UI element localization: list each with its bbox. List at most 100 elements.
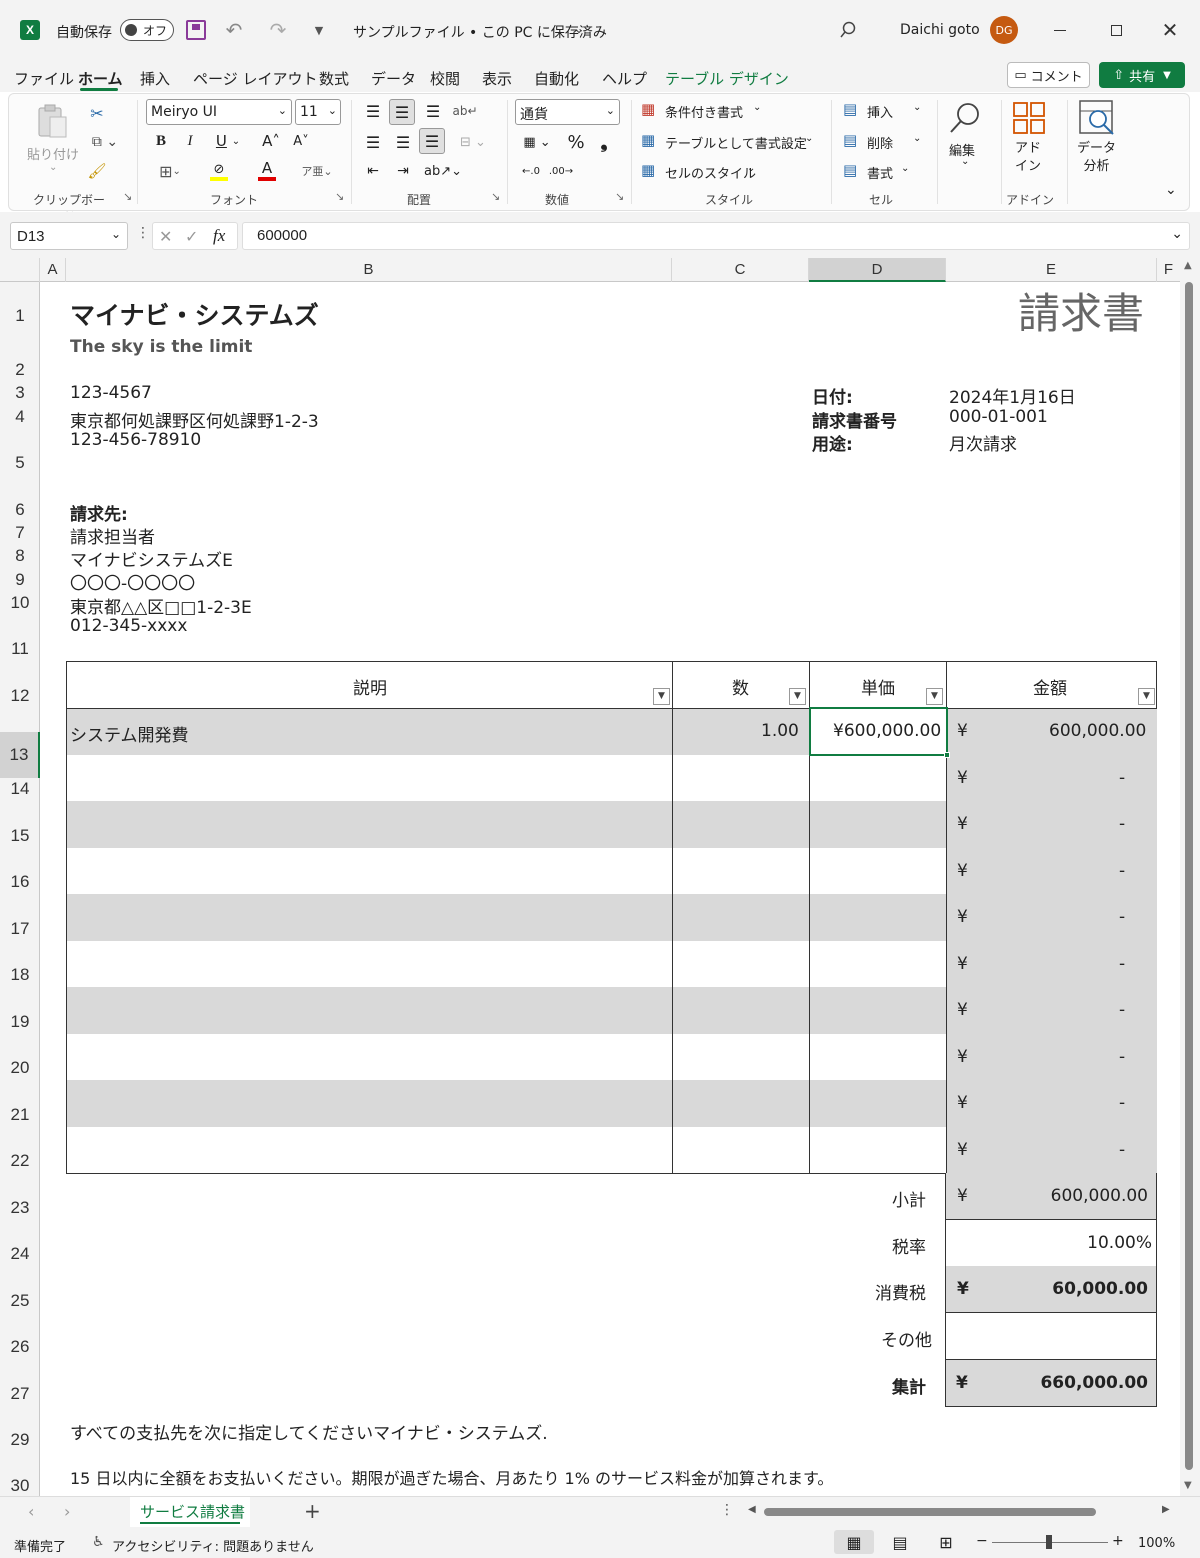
zoom-in-icon[interactable]: + (1112, 1533, 1124, 1549)
row-header[interactable]: 19 (0, 1012, 40, 1032)
empty-amount[interactable]: - (1119, 1093, 1125, 1113)
subtotal-box[interactable]: ¥ 600,000.00 (945, 1173, 1157, 1220)
column-header-b[interactable]: B (66, 258, 672, 282)
increase-decimal-icon[interactable]: ←.0 (517, 160, 545, 182)
name-box[interactable]: D13 ⌄ (10, 222, 128, 250)
tab-review[interactable]: 校閲 (430, 68, 460, 89)
scroll-down-icon[interactable]: ▼ (1184, 1480, 1192, 1491)
empty-amount[interactable]: - (1119, 814, 1125, 834)
align-bottom-icon[interactable]: ☰ (421, 99, 445, 123)
zoom-out-icon[interactable]: − (976, 1533, 988, 1549)
row-header[interactable]: 6 (0, 500, 40, 520)
wrap-text-icon[interactable]: ab↵ (452, 99, 477, 123)
empty-amount[interactable]: - (1119, 861, 1125, 881)
function-icon[interactable]: fx (213, 226, 225, 246)
accessibility-status[interactable]: アクセシビリティ: 問題ありません (112, 1536, 314, 1555)
enter-icon[interactable]: ✓ (185, 227, 198, 246)
paste-chevron-down-icon[interactable]: ⌄ (49, 162, 57, 173)
hscroll-left-icon[interactable]: ◀ (748, 1504, 756, 1515)
row-header[interactable]: 2 (0, 360, 40, 380)
empty-amount[interactable]: - (1119, 907, 1125, 927)
align-left-icon[interactable]: ☰ (361, 130, 385, 154)
editing-search-icon[interactable] (945, 98, 985, 138)
expand-chevron-down-icon[interactable]: ⌄ (1171, 226, 1183, 242)
data-analysis-label[interactable]: データ 分析 (1077, 140, 1116, 176)
row-header[interactable]: 23 (0, 1198, 40, 1218)
copy-icon[interactable]: ⧉ ⌄ (85, 131, 125, 153)
tax-box[interactable]: ¥ 60,000.00 (945, 1266, 1157, 1313)
italic-icon[interactable]: I (179, 130, 201, 152)
increase-indent-icon[interactable]: ⇥ (391, 160, 415, 182)
cancel-icon[interactable]: ✕ (159, 227, 172, 246)
tab-split-handle-icon[interactable]: ⋮ (720, 1502, 734, 1518)
merge-center-icon[interactable]: ⊟ ⌄ (453, 130, 493, 154)
tab-automate[interactable]: 自動化 (534, 68, 579, 89)
row-header[interactable]: 12 (0, 686, 40, 706)
tab-scroll-left-icon[interactable]: ‹ (28, 1502, 34, 1521)
row-header[interactable]: 3 (0, 383, 40, 403)
select-all-corner[interactable] (0, 258, 40, 282)
vertical-scrollbar[interactable]: ▲ ▼ (1180, 258, 1200, 1496)
row-header[interactable]: 5 (0, 453, 40, 473)
tab-insert[interactable]: 挿入 (140, 68, 170, 89)
row-header[interactable]: 1 (0, 306, 40, 326)
decrease-decimal-icon[interactable]: .00→ (547, 160, 575, 182)
undo-icon[interactable]: ↶ (218, 16, 250, 44)
file-title[interactable]: サンプルファイル • この PC に保存済み (353, 22, 607, 42)
active-cell[interactable]: ¥600,000.00 (809, 707, 950, 758)
worksheet[interactable]: A B C D E F 1 2 3 4 5 6 7 8 9 10 11 12 1… (0, 258, 1200, 1496)
sheet-tab-active[interactable]: サービス請求書 (130, 1497, 250, 1527)
percent-icon[interactable]: % (564, 130, 588, 154)
search-icon[interactable] (836, 18, 860, 42)
zoom-level[interactable]: 100% (1138, 1536, 1175, 1551)
tab-file[interactable]: ファイル (14, 68, 74, 89)
accessibility-icon[interactable]: ♿ (92, 1534, 105, 1550)
paste-label[interactable]: 貼り付け (27, 144, 79, 163)
column-header-e[interactable]: E (946, 258, 1157, 282)
close-icon[interactable]: ✕ (1150, 15, 1190, 45)
filter-dropdown-icon[interactable]: ▼ (926, 688, 943, 705)
hscroll-right-icon[interactable]: ▶ (1162, 1504, 1170, 1515)
cut-icon[interactable]: ✂ (85, 102, 109, 124)
column-header-a[interactable]: A (40, 258, 66, 282)
font-name-select[interactable]: Meiryo UI ⌄ (146, 99, 292, 125)
user-name[interactable]: Daichi goto (900, 22, 980, 38)
save-icon[interactable] (186, 20, 206, 40)
align-top-icon[interactable]: ☰ (361, 99, 385, 123)
row-header[interactable]: 10 (0, 593, 40, 613)
row-header[interactable]: 17 (0, 919, 40, 939)
row-header[interactable]: 24 (0, 1244, 40, 1264)
invoice-table[interactable]: 説明 ▼ 数 ▼ 単価 ▼ 金額 ▼ システム開発費 1.00 ¥600,000… (66, 661, 1157, 1174)
tax-rate-box[interactable]: 10.00% (945, 1220, 1157, 1267)
horizontal-scrollbar-thumb[interactable] (764, 1508, 1096, 1516)
align-center-icon[interactable]: ☰ (391, 130, 415, 154)
page-break-view-icon[interactable]: ⊞ (928, 1530, 964, 1554)
dialog-launcher-icon[interactable]: ↘ (123, 190, 132, 203)
row-header[interactable]: 8 (0, 546, 40, 566)
row-header[interactable]: 11 (0, 639, 40, 659)
row-header[interactable]: 26 (0, 1337, 40, 1357)
data-analysis-icon[interactable] (1077, 98, 1117, 138)
align-middle-icon[interactable]: ☰ (389, 99, 415, 125)
row-header[interactable]: 15 (0, 826, 40, 846)
fill-color-icon[interactable]: ⊘ (199, 160, 239, 182)
empty-amount[interactable]: - (1119, 954, 1125, 974)
column-header-f[interactable]: F (1157, 258, 1180, 282)
other-box[interactable] (945, 1313, 1157, 1360)
comment-button[interactable]: ▭ コメント (1007, 62, 1090, 88)
number-format-select[interactable]: 通貨 ⌄ (515, 99, 620, 125)
row-header[interactable]: 27 (0, 1384, 40, 1404)
row-header[interactable]: 22 (0, 1151, 40, 1171)
tab-formulas[interactable]: 数式 (319, 68, 349, 89)
addins-label[interactable]: アド イン (1015, 140, 1041, 176)
row-header[interactable]: 20 (0, 1058, 40, 1078)
zoom-slider-thumb[interactable] (1046, 1535, 1052, 1549)
decrease-font-icon[interactable]: A˅ (289, 130, 313, 152)
item-quantity[interactable]: 1.00 (761, 721, 799, 741)
row-header[interactable]: 14 (0, 779, 40, 799)
orientation-icon[interactable]: ab↗⌄ (423, 160, 463, 182)
tab-scroll-right-icon[interactable]: › (64, 1502, 70, 1521)
row-header[interactable]: 4 (0, 407, 40, 427)
maximize-icon[interactable] (1096, 15, 1136, 45)
borders-icon[interactable]: ⊞ ⌄ (150, 160, 190, 182)
